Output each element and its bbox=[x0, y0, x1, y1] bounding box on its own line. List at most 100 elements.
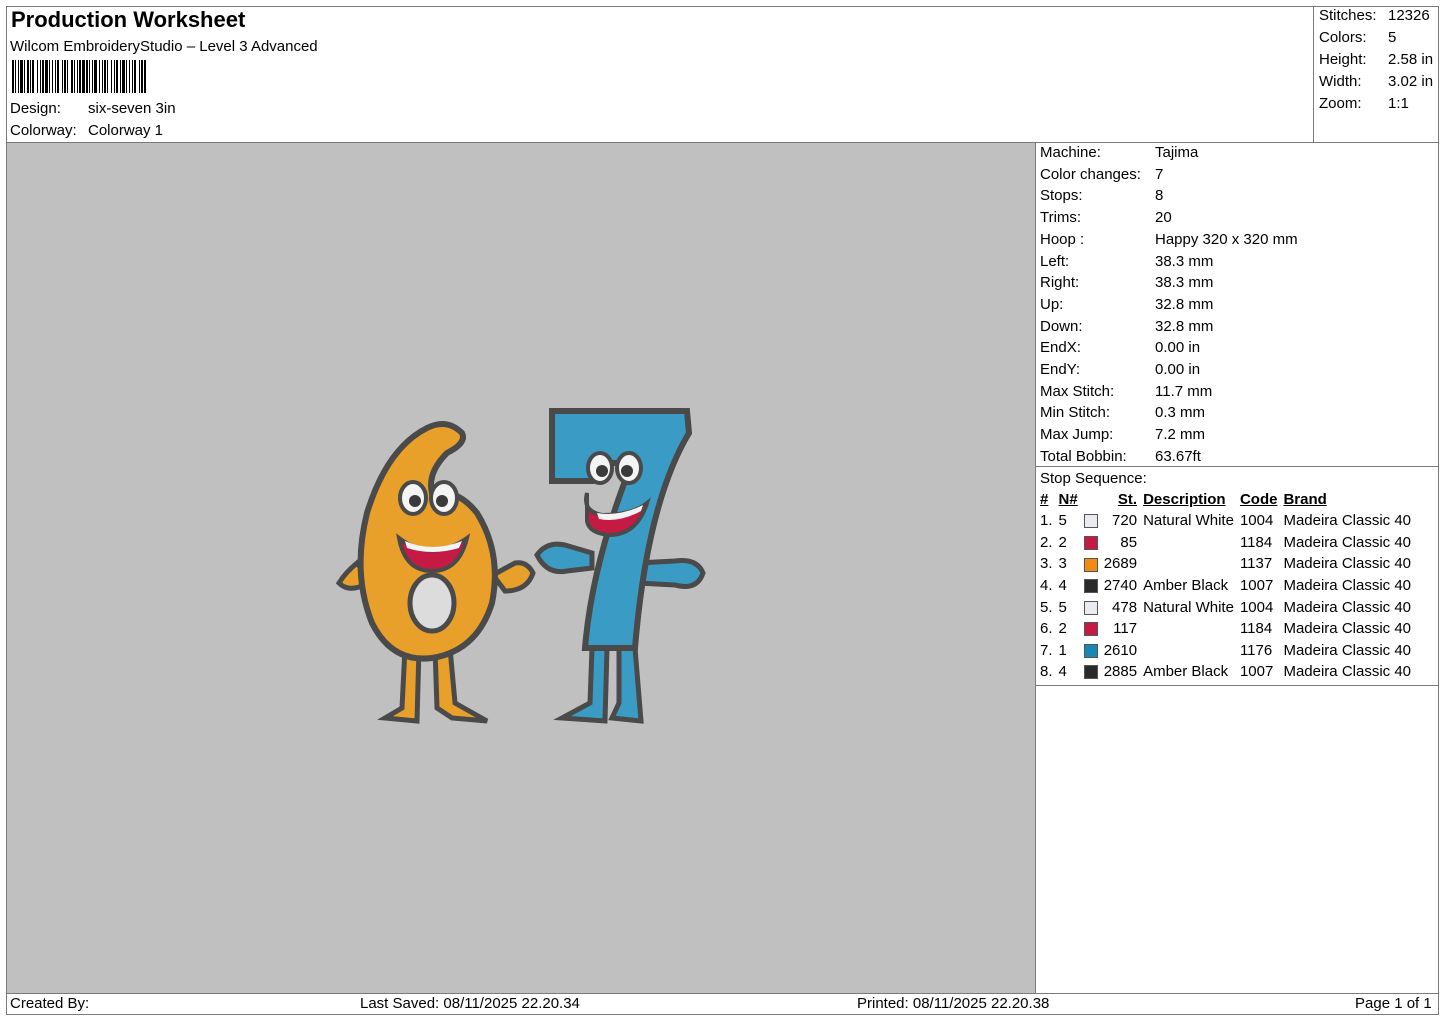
table-header-row: # N# St. Description Code Brand bbox=[1037, 489, 1414, 510]
color-swatch bbox=[1081, 640, 1101, 662]
info-value: 63.67ft bbox=[1155, 447, 1201, 465]
divider bbox=[1035, 466, 1439, 467]
thread-code: 1007 bbox=[1239, 663, 1274, 681]
software-name: Wilcom EmbroideryStudio – Level 3 Advanc… bbox=[10, 38, 318, 55]
thread-description bbox=[1140, 553, 1237, 575]
needle-number: 2 bbox=[1058, 533, 1067, 551]
stop-number: 7. bbox=[1040, 641, 1053, 659]
width-value: 3.02 in bbox=[1388, 73, 1434, 90]
thread-brand: Madeira Classic 40 bbox=[1283, 577, 1412, 595]
info-value: 38.3 mm bbox=[1155, 252, 1214, 270]
info-label: EndX: bbox=[1040, 339, 1081, 357]
stitch-count: 2740 bbox=[1103, 577, 1138, 595]
stitch-count: 117 bbox=[1113, 620, 1138, 638]
info-value: 0.00 in bbox=[1155, 339, 1201, 357]
info-label: Trims: bbox=[1040, 209, 1082, 227]
thread-description bbox=[1140, 640, 1237, 662]
seven-character bbox=[534, 408, 706, 724]
needle-number: 5 bbox=[1058, 512, 1067, 530]
thread-description: Amber Black bbox=[1143, 663, 1229, 681]
thread-color-swatch bbox=[1083, 579, 1098, 594]
info-label: Left: bbox=[1040, 252, 1070, 270]
info-label: Max Jump: bbox=[1040, 426, 1114, 444]
color-swatch bbox=[1081, 510, 1101, 532]
zoom-value: 1:1 bbox=[1388, 95, 1409, 112]
stitch-count: 85 bbox=[1120, 533, 1138, 551]
needle-number: 4 bbox=[1058, 663, 1067, 681]
divider bbox=[1313, 6, 1314, 142]
thread-color-swatch bbox=[1083, 665, 1098, 680]
design-label: Design: bbox=[10, 100, 61, 117]
col-brand: Brand bbox=[1283, 491, 1327, 508]
width-label: Width: bbox=[1319, 73, 1362, 90]
colorway-label: Colorway: bbox=[10, 122, 77, 139]
thread-code: 1004 bbox=[1239, 512, 1274, 530]
design-preview bbox=[7, 143, 1035, 993]
info-label: Total Bobbin: bbox=[1040, 447, 1127, 465]
colors-label: Colors: bbox=[1319, 29, 1367, 46]
stitches-label: Stitches: bbox=[1319, 7, 1377, 24]
info-value: 0.00 in bbox=[1155, 361, 1201, 378]
table-row: 1. 5 720 Natural White 1004 Madeira Classic 4… bbox=[1037, 510, 1414, 532]
info-value: 7 bbox=[1155, 165, 1164, 183]
thread-description bbox=[1140, 618, 1237, 640]
thread-description: Natural White bbox=[1143, 512, 1234, 530]
thread-color-swatch bbox=[1083, 535, 1098, 550]
divider bbox=[6, 993, 1439, 994]
page-number: Page 1 of 1 bbox=[1355, 995, 1432, 1012]
color-swatch bbox=[1081, 532, 1101, 554]
table-row: 4. 4 2740 Amber Black 1007 Madeira Classic 40 bbox=[1037, 575, 1414, 597]
six-character bbox=[335, 421, 536, 724]
thread-code: 1184 bbox=[1239, 533, 1273, 551]
embroidery-design-image bbox=[335, 408, 706, 724]
table-row: 2. 2 85 1184 Madeira Classic 40 bbox=[1037, 532, 1414, 554]
created-by: Created By: bbox=[10, 995, 90, 1012]
stop-sequence-label: Stop Sequence: bbox=[1040, 470, 1147, 487]
colors-value: 5 bbox=[1388, 29, 1397, 46]
info-value: Tajima bbox=[1155, 144, 1199, 161]
table-row: 7. 1 2610 1176 Madeira Classic 40 bbox=[1037, 640, 1414, 662]
col-num: # bbox=[1040, 491, 1049, 508]
table-row: 8. 4 2885 Amber Black 1007 Madeira Classic 40 bbox=[1037, 661, 1414, 683]
col-swatch bbox=[1081, 489, 1101, 510]
thread-code: 1176 bbox=[1239, 641, 1273, 659]
divider bbox=[1035, 142, 1036, 993]
table-row: 5. 5 478 Natural White 1004 Madeira Classic 4… bbox=[1037, 596, 1414, 618]
stop-number: 2. bbox=[1040, 533, 1053, 551]
col-description: Description bbox=[1143, 491, 1226, 508]
divider bbox=[1035, 685, 1439, 686]
info-value: 11.7 mm bbox=[1155, 382, 1213, 400]
color-swatch bbox=[1081, 553, 1101, 575]
info-label: Stops: bbox=[1040, 187, 1083, 205]
thread-description: Natural White bbox=[1143, 598, 1234, 616]
stitch-count: 2885 bbox=[1103, 663, 1138, 681]
info-value: 0.3 mm bbox=[1155, 404, 1206, 422]
barcode bbox=[12, 60, 146, 93]
color-swatch bbox=[1081, 618, 1101, 640]
page-title: Production Worksheet bbox=[11, 7, 246, 32]
thread-code: 1007 bbox=[1239, 577, 1274, 595]
thread-color-swatch bbox=[1083, 622, 1098, 637]
thread-code: 1004 bbox=[1239, 598, 1274, 616]
info-label: Color changes: bbox=[1040, 165, 1141, 183]
color-swatch bbox=[1081, 575, 1101, 597]
needle-number: 2 bbox=[1058, 620, 1067, 638]
info-value: 8 bbox=[1155, 187, 1164, 205]
thread-brand: Madeira Classic 40 bbox=[1283, 641, 1412, 659]
info-value: 20 bbox=[1155, 209, 1172, 227]
info-value: 38.3 mm bbox=[1155, 274, 1214, 292]
thread-color-swatch bbox=[1083, 514, 1098, 529]
stitch-count: 478 bbox=[1112, 598, 1138, 616]
stop-sequence-table: # N# St. Description Code Brand 1. 5 720 Na… bbox=[1037, 489, 1414, 683]
col-needle: N# bbox=[1058, 491, 1078, 508]
needle-number: 1 bbox=[1058, 641, 1067, 659]
needle-number: 4 bbox=[1058, 577, 1067, 595]
info-label: Down: bbox=[1040, 317, 1083, 335]
thread-description: Amber Black bbox=[1143, 577, 1229, 595]
height-label: Height: bbox=[1319, 51, 1367, 68]
color-swatch bbox=[1081, 596, 1101, 618]
thread-brand: Madeira Classic 40 bbox=[1283, 620, 1412, 638]
height-value: 2.58 in bbox=[1388, 51, 1434, 68]
stop-number: 4. bbox=[1040, 577, 1053, 595]
stop-number: 6. bbox=[1040, 620, 1053, 638]
